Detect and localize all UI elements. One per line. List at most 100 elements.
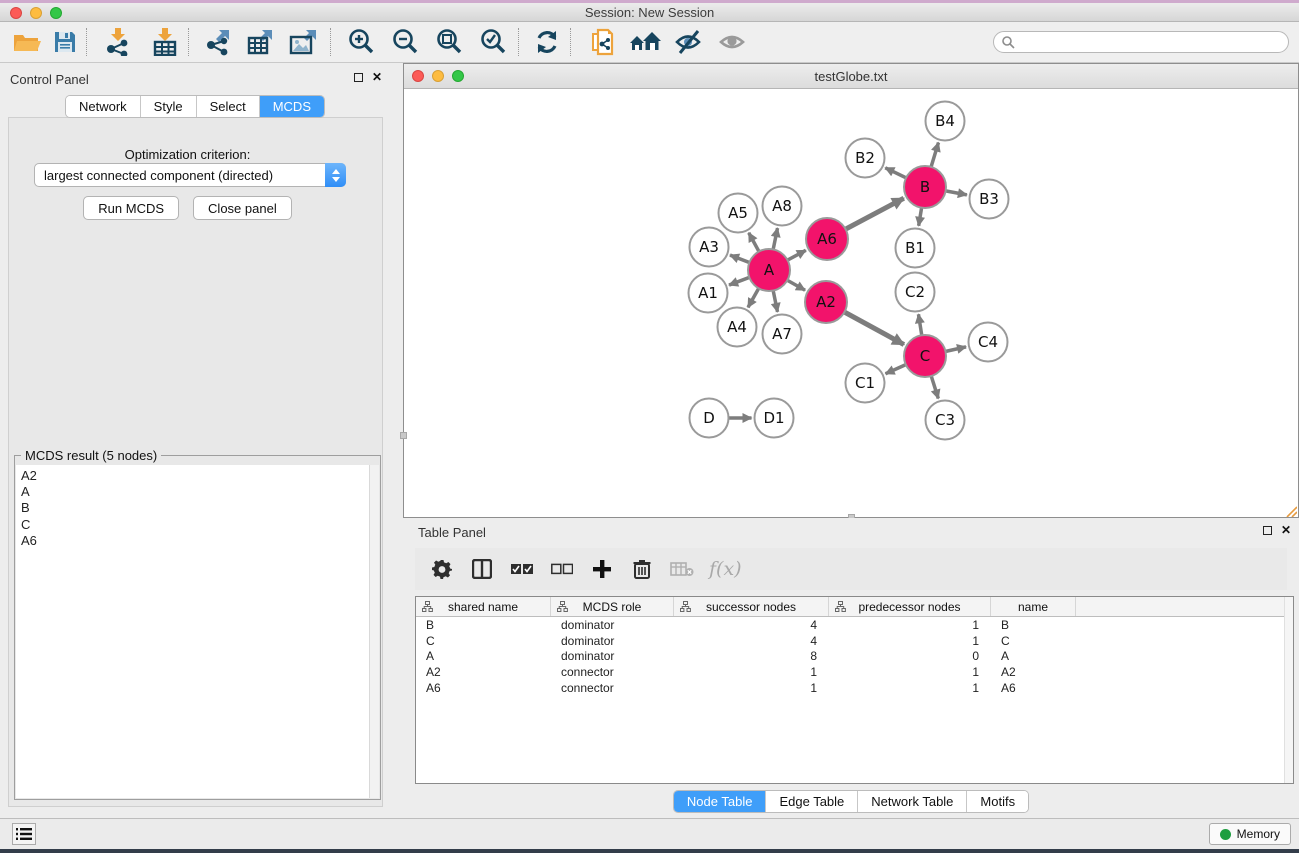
select-all-icon[interactable] bbox=[509, 556, 535, 582]
svg-text:B4: B4 bbox=[935, 112, 955, 130]
zoom-out-button[interactable] bbox=[386, 25, 424, 59]
node-C3[interactable]: C3 bbox=[926, 401, 965, 440]
deselect-all-icon[interactable] bbox=[549, 556, 575, 582]
node-B[interactable]: B bbox=[904, 166, 946, 208]
tab-select[interactable]: Select bbox=[197, 96, 260, 117]
node-A4[interactable]: A4 bbox=[718, 308, 757, 347]
tab-network-table[interactable]: Network Table bbox=[858, 791, 967, 812]
memory-button[interactable]: Memory bbox=[1209, 823, 1291, 845]
add-icon[interactable] bbox=[589, 556, 615, 582]
network-window-titlebar[interactable]: testGlobe.txt bbox=[404, 64, 1298, 89]
export-table-button[interactable] bbox=[242, 25, 280, 59]
gear-icon[interactable] bbox=[429, 556, 455, 582]
zoom-in-button[interactable] bbox=[342, 25, 380, 59]
save-session-button[interactable] bbox=[46, 25, 84, 59]
delete-table-icon[interactable] bbox=[669, 556, 695, 582]
table-toolbar: f(x) bbox=[415, 548, 1287, 590]
search-input[interactable] bbox=[1015, 33, 1288, 51]
mcds-result-scrollbar[interactable] bbox=[369, 465, 379, 798]
svg-text:C1: C1 bbox=[855, 374, 875, 392]
column-header-predecessor-nodes[interactable]: predecessor nodes bbox=[829, 597, 991, 616]
table-row[interactable]: Bdominator41B bbox=[416, 617, 1293, 633]
table-row[interactable]: Cdominator41C bbox=[416, 633, 1293, 649]
mcds-result-list[interactable]: A2ABCA6 bbox=[16, 465, 369, 798]
resize-grip-icon[interactable] bbox=[1285, 504, 1297, 516]
delete-icon[interactable] bbox=[629, 556, 655, 582]
refresh-button[interactable] bbox=[528, 25, 566, 59]
node-table[interactable]: shared nameMCDS rolesuccessor nodesprede… bbox=[415, 596, 1294, 784]
mcds-result-item[interactable]: A bbox=[21, 484, 369, 500]
svg-text:C2: C2 bbox=[905, 283, 925, 301]
show-selected-button[interactable] bbox=[714, 25, 752, 59]
split-column-icon[interactable] bbox=[469, 556, 495, 582]
column-header-MCDS-role[interactable]: MCDS role bbox=[551, 597, 674, 616]
mcds-result-item[interactable]: B bbox=[21, 500, 369, 516]
node-C4[interactable]: C4 bbox=[969, 323, 1008, 362]
tab-motifs[interactable]: Motifs bbox=[967, 791, 1028, 812]
network-canvas[interactable]: B4 B2 B B3 A8A5 A6 A3 B1 A A1 C2 A2 A4A7 C4 C C1 C3 D D1 bbox=[404, 89, 1298, 517]
zoom-fit-icon bbox=[435, 28, 463, 56]
table-row[interactable]: A2connector11A2 bbox=[416, 664, 1293, 680]
cell-predecessor-nodes: 1 bbox=[829, 634, 991, 648]
tab-network[interactable]: Network bbox=[66, 96, 141, 117]
node-C2[interactable]: C2 bbox=[896, 273, 935, 312]
home-layout-button[interactable] bbox=[626, 25, 664, 59]
hide-selected-button[interactable] bbox=[670, 25, 708, 59]
close-panel-button[interactable]: Close panel bbox=[193, 196, 292, 220]
node-D1[interactable]: D1 bbox=[755, 399, 794, 438]
zoom-selected-button[interactable] bbox=[474, 25, 512, 59]
function-builder-icon[interactable]: f(x) bbox=[709, 558, 742, 580]
open-session-button[interactable] bbox=[8, 25, 46, 59]
float-panel-icon[interactable] bbox=[354, 73, 363, 82]
node-A[interactable]: A bbox=[748, 249, 790, 291]
node-B2[interactable]: B2 bbox=[846, 139, 885, 178]
mcds-result-item[interactable]: A2 bbox=[21, 468, 369, 484]
import-table-button[interactable] bbox=[146, 25, 184, 59]
node-B1[interactable]: B1 bbox=[896, 229, 935, 268]
tab-mcds[interactable]: MCDS bbox=[260, 96, 324, 117]
criterion-dropdown[interactable]: largest connected component (directed) bbox=[34, 163, 346, 187]
mcds-result-group: MCDS result (5 nodes) A2ABCA6 bbox=[14, 455, 381, 800]
status-bar: Memory bbox=[0, 818, 1299, 849]
node-A8[interactable]: A8 bbox=[763, 187, 802, 226]
search-field[interactable] bbox=[993, 31, 1289, 53]
import-network-button[interactable] bbox=[100, 25, 138, 59]
node-A2[interactable]: A2 bbox=[805, 281, 847, 323]
node-C1[interactable]: C1 bbox=[846, 364, 885, 403]
zoom-selected-icon bbox=[479, 28, 507, 56]
node-A5[interactable]: A5 bbox=[719, 194, 758, 233]
node-A7[interactable]: A7 bbox=[763, 315, 802, 354]
table-scrollbar[interactable] bbox=[1284, 597, 1293, 783]
new-session-from-network-button[interactable] bbox=[584, 25, 622, 59]
mcds-result-item[interactable]: A6 bbox=[21, 533, 369, 549]
column-header-name[interactable]: name bbox=[991, 597, 1076, 616]
export-image-button[interactable] bbox=[285, 25, 323, 59]
export-network-button[interactable] bbox=[200, 25, 238, 59]
float-table-panel-icon[interactable] bbox=[1263, 526, 1272, 535]
frame-handle-left[interactable] bbox=[400, 432, 407, 439]
run-mcds-button[interactable]: Run MCDS bbox=[83, 196, 179, 220]
close-table-panel-icon[interactable]: ✕ bbox=[1281, 526, 1291, 535]
toolbar-separator bbox=[330, 28, 331, 56]
column-header-successor-nodes[interactable]: successor nodes bbox=[674, 597, 829, 616]
node-C[interactable]: C bbox=[904, 335, 946, 377]
svg-text:C4: C4 bbox=[978, 333, 998, 351]
node-D[interactable]: D bbox=[690, 399, 729, 438]
tab-node-table[interactable]: Node Table bbox=[674, 791, 767, 812]
close-panel-icon[interactable]: ✕ bbox=[372, 73, 382, 82]
tab-edge-table[interactable]: Edge Table bbox=[766, 791, 858, 812]
table-row[interactable]: A6connector11A6 bbox=[416, 680, 1293, 696]
tab-style[interactable]: Style bbox=[141, 96, 197, 117]
svg-text:A: A bbox=[764, 261, 775, 279]
column-tree-icon bbox=[557, 601, 568, 612]
column-header-shared-name[interactable]: shared name bbox=[416, 597, 551, 616]
node-B3[interactable]: B3 bbox=[970, 180, 1009, 219]
zoom-fit-button[interactable] bbox=[430, 25, 468, 59]
node-A3[interactable]: A3 bbox=[690, 228, 729, 267]
task-history-button[interactable] bbox=[12, 823, 36, 845]
node-A6[interactable]: A6 bbox=[806, 218, 848, 260]
mcds-result-item[interactable]: C bbox=[21, 517, 369, 533]
node-B4[interactable]: B4 bbox=[926, 102, 965, 141]
table-row[interactable]: Adominator80A bbox=[416, 649, 1293, 665]
node-A1[interactable]: A1 bbox=[689, 274, 728, 313]
